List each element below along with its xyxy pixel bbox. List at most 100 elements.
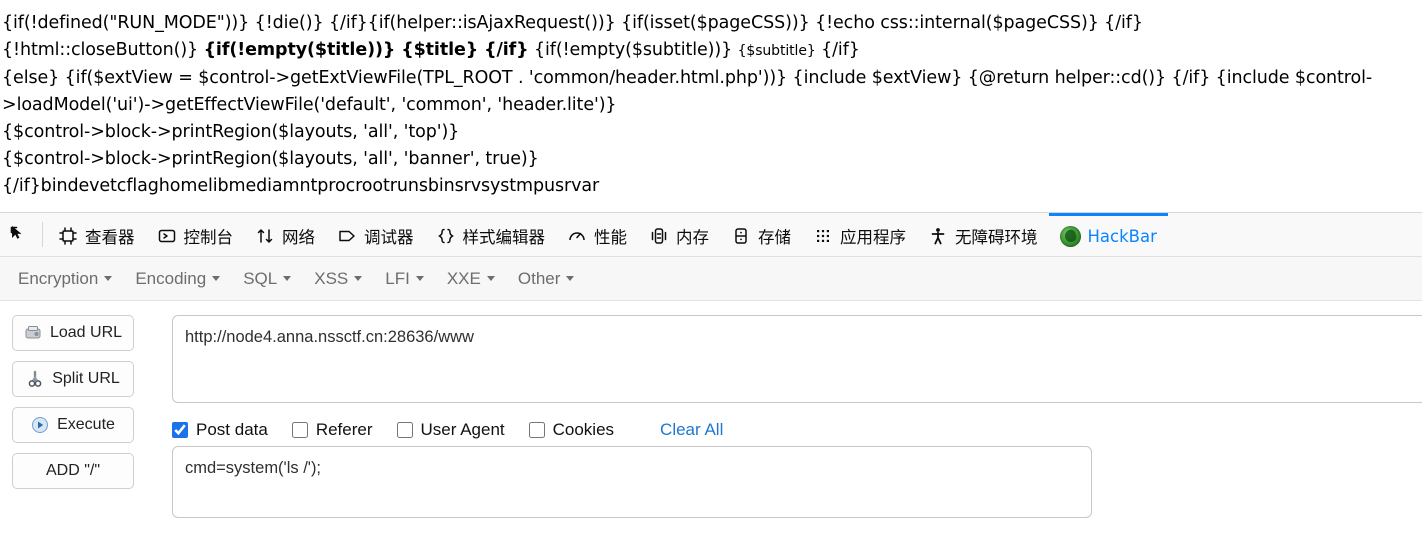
debugger-icon [337,226,357,246]
accessibility-icon [928,226,948,246]
element-picker-glyph [9,225,29,245]
chevron-down-icon [104,275,113,281]
hackbar-menu-lfi[interactable]: LFI [375,265,434,293]
chevron-down-icon [566,275,575,281]
checkbox-post-data[interactable] [172,422,188,438]
code-segment: {/if} [815,40,860,60]
devtools-tab-storage[interactable]: 存储 [720,213,802,256]
performance-icon [567,226,587,246]
play-icon [31,416,49,434]
hackbar-icon [1059,225,1081,247]
split-url-button[interactable]: Split URL [12,361,134,397]
code-line: {/if}bindevetcflaghomelibmediamntprocroo… [2,173,1420,200]
option-post-data[interactable]: Post data [172,420,268,440]
chevron-down-icon [283,275,292,281]
add-slash-button[interactable]: ADD "/" [12,453,134,489]
devtools-toolbar: 查看器 控制台 网络 调试器 样式编辑器 性能 内存 存储 应用程序 无障碍环境 HackBar [0,213,1422,257]
chevron-down-icon [354,275,363,281]
storage-icon [731,226,751,246]
hackbar-menu-label: Other [517,268,561,288]
inspector-icon [58,226,78,246]
checkbox-cookies[interactable] [528,422,545,438]
devtools-tab-style-editor[interactable]: 样式编辑器 [425,213,557,256]
option-label: Post data [196,420,268,439]
devtools-panel: 查看器 控制台 网络 调试器 样式编辑器 性能 内存 存储 应用程序 无障碍环境 HackBar E… [0,212,1422,533]
chevron-down-icon [212,275,221,281]
devtools-tab-hackbar[interactable]: HackBar [1048,213,1168,256]
code-segment: {/if}bindevetcflaghomelibmediamntprocroo… [2,176,600,196]
chevron-down-icon [486,275,495,281]
style-editor-icon [436,226,456,246]
option-cookies[interactable]: Cookies [528,420,615,440]
devtools-tab-application[interactable]: 应用程序 [802,213,917,256]
devtools-tab-performance[interactable]: 性能 [556,213,638,256]
toolbar-separator [42,222,43,247]
devtools-tab-label: 应用程序 [840,228,906,247]
load-url-button[interactable]: Load URL [12,315,134,351]
page-content: {if(!defined("RUN_MODE"))} {!die()} {/if… [0,0,1422,212]
hackbar-menu-label: LFI [385,268,410,288]
checkbox-user-agent[interactable] [396,422,413,438]
hackbar-menu-xss[interactable]: XSS [304,265,372,293]
add-slash-label: ADD "/" [45,462,101,479]
code-segment: {$control->block->printRegion($layouts, … [2,122,460,142]
hackbar-fields: Post data Referer User Agent Cookies Clear A… [172,315,1422,518]
hackbar-menu-label: Encoding [135,268,207,288]
devtools-tab-accessibility[interactable]: 无障碍环境 [917,213,1049,256]
checkbox-referer[interactable] [291,422,308,438]
load-url-label: Load URL [49,324,123,341]
hackbar-menu-other[interactable]: Other [508,265,585,293]
hackbar-menubar: Encryption Encoding SQL XSS LFI XXE Other [0,257,1422,301]
option-user-agent[interactable]: User Agent [396,420,505,440]
hackbar-action-buttons: Load URL Split URL Execute ADD "/" [0,315,172,518]
element-picker-icon[interactable] [0,213,38,256]
option-referer[interactable]: Referer [291,420,373,440]
hackbar-menu-xxe[interactable]: XXE [437,265,505,293]
devtools-tab-label: 内存 [676,228,709,247]
scissors-icon [26,370,44,388]
post-data-input[interactable] [172,446,1092,518]
devtools-tab-memory[interactable]: 内存 [638,213,720,256]
devtools-tab-list: 查看器 控制台 网络 调试器 样式编辑器 性能 内存 存储 应用程序 无障碍环境 HackBar [47,213,1168,256]
hackbar-menu-encryption[interactable]: Encryption [8,265,122,293]
hackbar-panel: Encryption Encoding SQL XSS LFI XXE Other Load… [0,257,1422,533]
option-label: Cookies [552,420,615,439]
devtools-tab-label: 控制台 [183,228,234,247]
hackbar-menu-label: XXE [446,268,481,288]
devtools-tab-debugger[interactable]: 调试器 [326,213,425,256]
execute-button[interactable]: Execute [12,407,134,443]
hackbar-menu-sql[interactable]: SQL [233,265,301,293]
code-segment: {!html::closeButton()} [2,40,204,60]
devtools-tab-label: 查看器 [85,228,135,247]
option-label: Referer [315,420,373,439]
code-line: {else} {if($extView = $control->getExtVi… [2,65,1420,119]
code-segment: {$control->block->printRegion($layouts, … [2,149,539,169]
devtools-tab-network[interactable]: 网络 [244,213,326,256]
load-url-icon [24,324,42,342]
code-line: {$control->block->printRegion($layouts, … [2,146,1420,173]
hackbar-body: Load URL Split URL Execute ADD "/" Post dat… [0,301,1422,518]
devtools-tab-inspector[interactable]: 查看器 [47,213,146,256]
devtools-tab-label: 性能 [594,228,627,247]
code-line: {if(!defined("RUN_MODE"))} {!die()} {/if… [2,10,1420,37]
execute-label: Execute [57,416,115,433]
hackbar-menu-label: SQL [243,268,278,288]
devtools-tab-label: 存储 [758,228,791,247]
network-icon [255,226,275,246]
code-segment: {if(!empty($subtitle))} [528,40,738,60]
hackbar-menu-label: XSS [314,268,349,288]
devtools-tab-label: 样式编辑器 [462,228,546,247]
hackbar-menu-encoding[interactable]: Encoding [125,265,230,293]
code-segment: {if(!defined("RUN_MODE"))} {!die()} {/if… [2,13,1143,33]
clear-all-link[interactable]: Clear All [660,420,723,440]
code-segment: {$subtitle} [737,43,816,59]
memory-icon [649,226,669,246]
url-input[interactable] [172,315,1422,403]
console-icon [157,226,177,246]
application-icon [813,226,833,246]
devtools-tab-label: 无障碍环境 [955,228,1038,247]
devtools-tab-console[interactable]: 控制台 [146,213,245,256]
hackbar-menu-label: Encryption [18,268,99,288]
option-label: User Agent [420,420,505,439]
code-segment: {if(!empty($title))} {$title} {/if} [203,40,529,60]
